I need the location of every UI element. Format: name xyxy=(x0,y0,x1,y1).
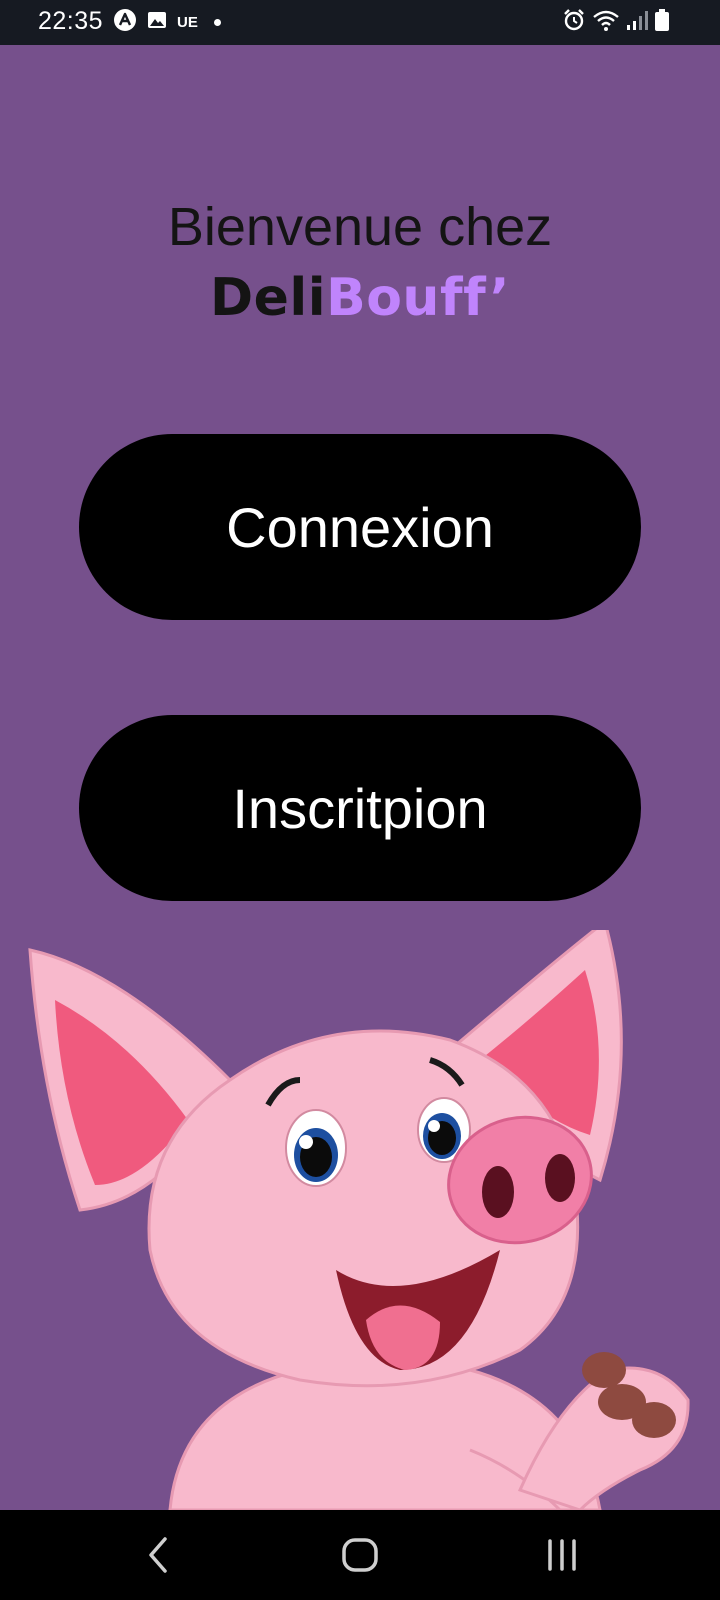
pig-mascot-icon xyxy=(28,930,690,1510)
wifi-icon xyxy=(592,8,620,37)
carrier-text: UE xyxy=(177,13,198,31)
welcome-title: Bienvenue chez xyxy=(167,197,553,257)
signal-icon xyxy=(626,8,648,37)
login-button[interactable]: Connexion xyxy=(79,434,641,620)
status-time: 22:35 xyxy=(38,7,104,35)
status-right-icons xyxy=(562,8,670,37)
signup-button[interactable]: Inscritpion xyxy=(79,715,641,901)
alarm-icon xyxy=(562,8,586,37)
status-left-icons: UE xyxy=(113,8,221,37)
recent-apps-icon xyxy=(548,1539,576,1571)
home-button[interactable] xyxy=(330,1530,390,1580)
brand-part-deli: Deli xyxy=(209,268,327,328)
recent-apps-button[interactable] xyxy=(532,1530,592,1580)
status-bar: 22:35 UE xyxy=(0,0,720,45)
home-icon xyxy=(342,1538,378,1572)
back-icon xyxy=(149,1537,167,1573)
navigation-bar xyxy=(0,1510,720,1600)
gallery-icon xyxy=(147,10,167,35)
brand-logo: DeliBouff’ xyxy=(0,268,720,328)
brand-part-bouff: Bouff’ xyxy=(326,268,511,328)
notification-dot-icon xyxy=(213,18,221,26)
screen: 22:35 UE Bienvenue chez DeliBouff’ Conne… xyxy=(0,0,720,1600)
app-a-icon xyxy=(113,8,137,37)
battery-icon xyxy=(654,8,670,37)
back-button[interactable] xyxy=(128,1530,188,1580)
